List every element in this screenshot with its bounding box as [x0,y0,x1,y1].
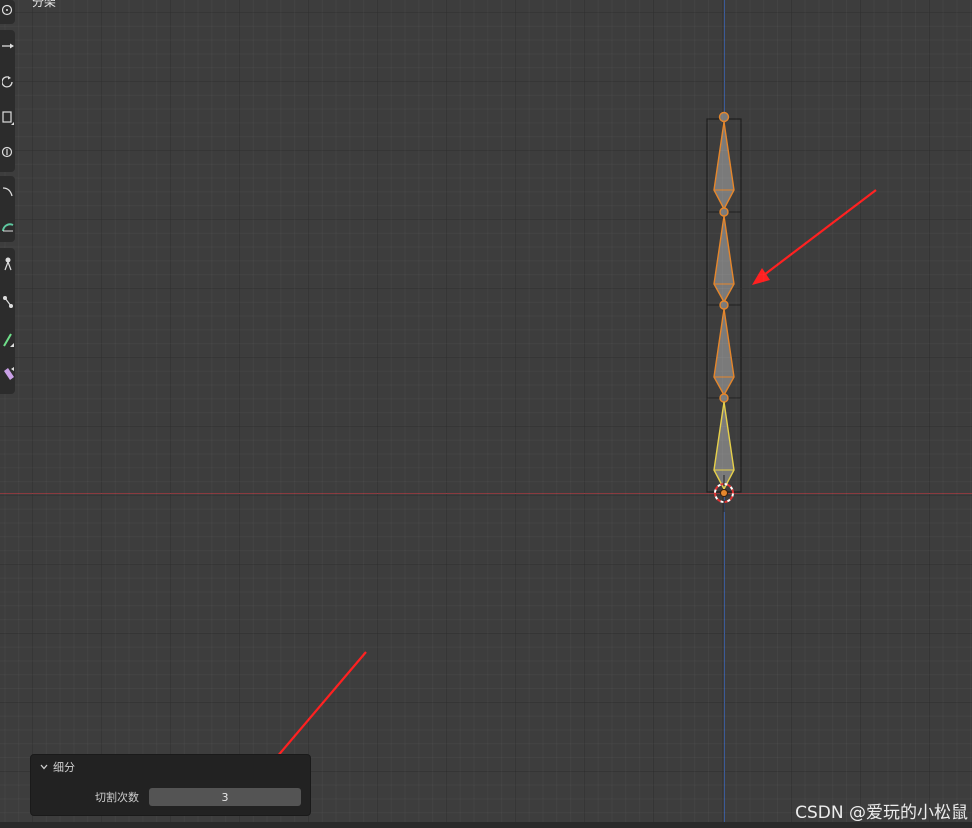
number-of-cuts-field[interactable]: 3 [149,788,301,806]
measure-icon[interactable] [0,210,15,242]
envelope-icon[interactable] [0,324,15,356]
bone-segment[interactable] [713,215,735,310]
bone-segment[interactable] [713,111,735,217]
annotate-icon[interactable] [0,176,15,208]
operator-panel-title: 细分 [53,761,75,774]
tool-group [0,30,15,172]
cursor-icon[interactable] [0,0,15,26]
status-bar [0,822,972,828]
annotation-arrow [752,189,877,285]
move-icon[interactable] [0,30,15,62]
roll-icon[interactable] [0,248,15,280]
tool-group [0,248,15,394]
bone-size-icon[interactable] [0,286,15,318]
armature [246,111,877,794]
cuts-label: 切割次数 [95,791,139,804]
tool-group [0,176,15,242]
tool-shelf [0,0,15,394]
3d-cursor-icon [714,475,734,512]
operator-panel-header[interactable]: 细分 [39,759,75,775]
tool-group [0,0,15,24]
scale-icon[interactable] [0,102,15,134]
watermark: CSDN @爱玩的小松鼠 [795,803,968,823]
extrude-icon[interactable] [0,358,15,390]
3d-viewport[interactable]: 分架 [0,0,972,822]
rotate-icon[interactable] [0,66,15,98]
bone-segment[interactable] [713,308,735,403]
chevron-down-icon [40,764,48,770]
transform-icon[interactable] [0,136,15,168]
operator-redo-panel: 细分 切割次数 3 [30,754,311,816]
